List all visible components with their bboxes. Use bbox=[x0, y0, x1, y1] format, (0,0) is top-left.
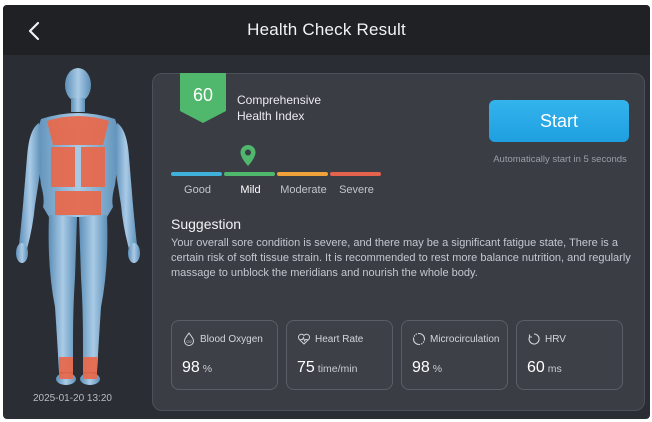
health-score: 60 bbox=[192, 85, 214, 105]
scale-label-severe: Severe bbox=[339, 184, 374, 196]
metric-unit: % bbox=[432, 363, 443, 375]
suggestion-title: Suggestion bbox=[171, 216, 242, 232]
auto-start-text: Automatically start in 5 seconds bbox=[493, 154, 627, 165]
scale-segment-mild bbox=[224, 172, 275, 176]
back-button[interactable] bbox=[23, 19, 47, 43]
result-card: 60 Comprehensive Health Index Start Auto… bbox=[152, 73, 645, 411]
scale-label-good: Good bbox=[184, 184, 211, 196]
scale-label-moderate: Moderate bbox=[280, 184, 327, 196]
health-index-label: Comprehensive Health Index bbox=[237, 93, 322, 123]
metric-card-heart-rate: Heart Rate 75 time/min bbox=[286, 320, 393, 390]
metric-card-blood-oxygen: O2 Blood Oxygen 98% bbox=[171, 320, 278, 390]
upper-back-right-region bbox=[81, 147, 105, 187]
microcirculation-icon bbox=[412, 332, 426, 346]
upper-back-left-region bbox=[51, 147, 75, 187]
metric-unit: time/min bbox=[317, 363, 358, 375]
metric-card-hrv: HRV 60 ms bbox=[516, 320, 623, 390]
metric-unit: % bbox=[202, 363, 213, 375]
left-calf-region bbox=[59, 357, 73, 379]
right-calf-region bbox=[83, 357, 97, 379]
metrics-row: O2 Blood Oxygen 98% Heart Rate 75 time/m… bbox=[171, 320, 623, 390]
scale-segment-severe bbox=[330, 172, 381, 176]
scale-label-mild: Mild bbox=[240, 184, 261, 196]
hrv-icon bbox=[528, 333, 540, 345]
metric-label: HRV bbox=[545, 333, 566, 345]
top-bar: Health Check Result bbox=[3, 5, 650, 55]
blood-oxygen-icon: O2 bbox=[183, 332, 195, 346]
metric-value: 98 bbox=[412, 359, 430, 376]
severity-scale: Good Mild Moderate Severe bbox=[171, 144, 386, 204]
health-check-screen: Health Check Result 2025-01-20 13:20 60 … bbox=[3, 5, 650, 419]
scale-segment-moderate bbox=[277, 172, 328, 176]
body-map bbox=[11, 67, 146, 389]
page-title: Health Check Result bbox=[247, 20, 406, 39]
svg-text:O2: O2 bbox=[186, 339, 192, 344]
metric-value: 98 bbox=[182, 359, 200, 376]
timestamp: 2025-01-20 13:20 bbox=[33, 393, 112, 404]
lower-back-region bbox=[55, 191, 101, 215]
metric-value: 60 bbox=[527, 359, 545, 376]
scale-segment-good bbox=[171, 172, 222, 176]
score-badge: 60 bbox=[180, 73, 226, 123]
shoulder-region bbox=[47, 116, 109, 145]
metric-unit: ms bbox=[547, 363, 562, 375]
metric-value: 75 bbox=[297, 359, 315, 376]
metric-card-microcirculation: Microcirculation 98% bbox=[401, 320, 508, 390]
body-silhouette bbox=[16, 68, 140, 385]
start-button[interactable]: Start bbox=[489, 100, 629, 142]
location-pin-icon bbox=[240, 145, 256, 166]
metric-label: Blood Oxygen bbox=[200, 333, 263, 345]
heart-rate-icon bbox=[297, 333, 311, 345]
metric-label: Heart Rate bbox=[315, 333, 364, 345]
chevron-left-icon bbox=[28, 21, 40, 41]
suggestion-text: Your overall sore condition is severe, a… bbox=[171, 237, 631, 279]
metric-label: Microcirculation bbox=[430, 333, 500, 345]
